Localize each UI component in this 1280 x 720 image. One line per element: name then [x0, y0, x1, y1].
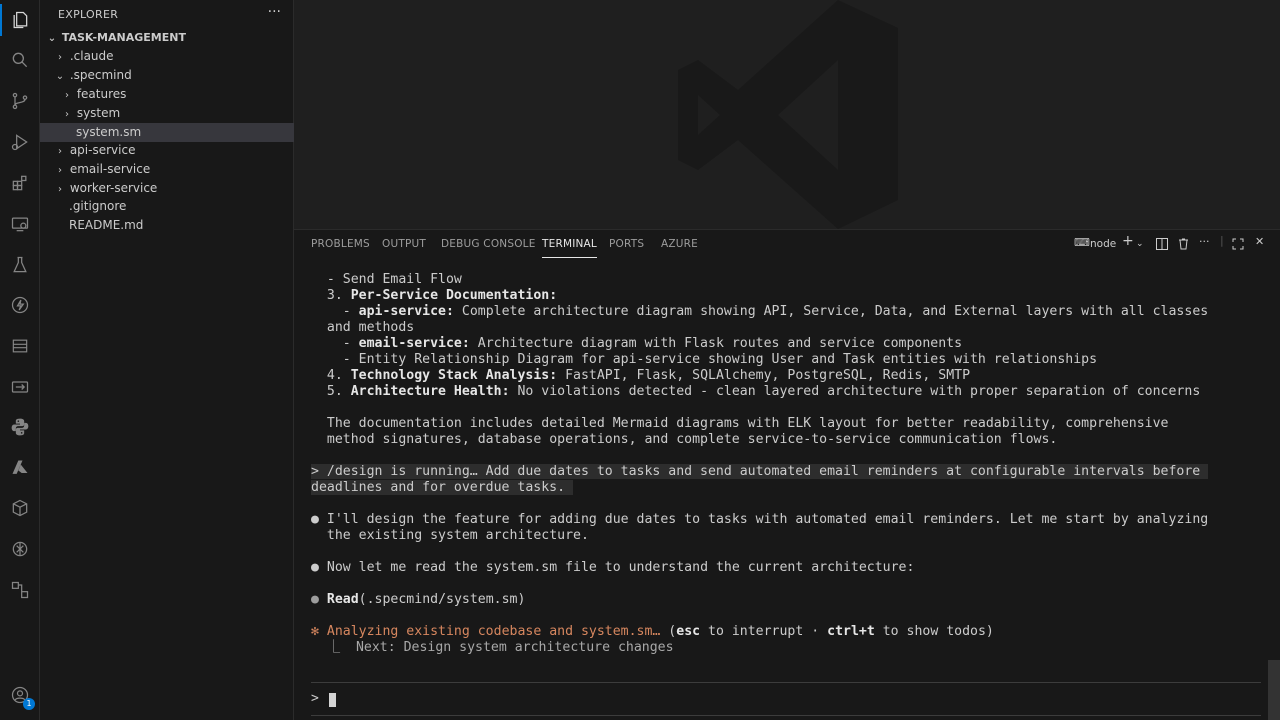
docker-icon[interactable] — [8, 334, 32, 358]
split-terminal-icon[interactable] — [1156, 238, 1168, 250]
tree-item-label: email-service — [69, 162, 151, 176]
openai-icon[interactable] — [8, 537, 32, 561]
user-command-line: deadlines and for overdue tasks. — [311, 480, 574, 495]
terminal-line: 5. Architecture Health: No violations de… — [326, 384, 1201, 399]
more-actions-icon[interactable]: ··· — [268, 4, 281, 20]
account-icon[interactable]: 1 — [8, 683, 35, 710]
tree-item-claude[interactable]: › .claude — [40, 47, 307, 66]
source-control-icon[interactable] — [8, 89, 32, 113]
tab-ports[interactable]: PORTS — [609, 238, 644, 250]
tree-item-label: .claude — [69, 49, 114, 63]
chevron-down-icon: ⌄ — [55, 71, 65, 82]
extensions-icon[interactable] — [8, 171, 32, 195]
tree-item-label: system — [76, 106, 121, 120]
explorer-title: EXPLORER — [58, 8, 119, 21]
tree-item-label: .gitignore — [69, 199, 127, 213]
python-icon[interactable] — [8, 415, 32, 439]
terminal-line: method signatures, database operations, … — [326, 432, 1058, 447]
chevron-right-icon: › — [65, 109, 69, 120]
remote-icon[interactable] — [8, 375, 32, 399]
assistant-message: the existing system architecture. — [326, 528, 589, 543]
terminal-line: and methods — [326, 320, 415, 335]
remote-explorer-icon[interactable] — [8, 212, 32, 236]
bottom-panel: PROBLEMS OUTPUT DEBUG CONSOLE TERMINAL P… — [294, 229, 1280, 720]
tree-item-features[interactable]: › features — [40, 85, 314, 104]
chevron-right-icon: › — [58, 146, 62, 157]
tree-item-specmind[interactable]: ⌄ .specmind — [40, 66, 307, 85]
workspace-root[interactable]: ⌄ TASK-MANAGEMENT — [40, 28, 299, 47]
explorer-sidebar: EXPLORER ··· ⌄ TASK-MANAGEMENT › .claude… — [40, 0, 329, 720]
new-terminal-icon[interactable]: + — [1122, 233, 1134, 249]
tree-item-api-service[interactable]: › api-service — [40, 141, 307, 160]
tab-problems[interactable]: PROBLEMS — [311, 238, 370, 250]
tree-item-label: .specmind — [69, 68, 132, 82]
close-panel-icon[interactable]: ✕ — [1255, 235, 1264, 248]
editor-area — [294, 0, 1280, 229]
tool-call-line: ● Read(.specmind/system.sm) — [311, 592, 526, 607]
terminal-line: 3. Per-Service Documentation: — [326, 288, 558, 303]
terminal-input[interactable]: > — [311, 682, 1261, 716]
diagram-icon[interactable] — [8, 578, 32, 602]
tree-item-worker-service[interactable]: › worker-service — [40, 179, 307, 198]
bullet-icon: ● — [311, 512, 319, 527]
terminal-line: 4. Technology Stack Analysis: FastAPI, F… — [326, 368, 971, 383]
terminal-line: The documentation includes detailed Merm… — [326, 416, 1169, 431]
terminal-icon: ⌨ — [1074, 236, 1090, 249]
tab-terminal[interactable]: TERMINAL — [542, 238, 597, 258]
terminal-line: - Send Email Flow — [311, 272, 462, 287]
next-step-line: ⎿ Next: Design system architecture chang… — [311, 640, 674, 655]
maximize-panel-icon[interactable] — [1232, 238, 1244, 250]
azure-icon[interactable] — [8, 456, 32, 480]
tree-item-label: README.md — [69, 218, 144, 232]
status-line: ✻ Analyzing existing codebase and system… — [311, 624, 994, 639]
tree-item-email-service[interactable]: › email-service — [40, 160, 307, 179]
tree-item-label: worker-service — [69, 181, 158, 195]
prompt-symbol: > — [311, 691, 319, 706]
assistant-message: ● I'll design the feature for adding due… — [311, 512, 1209, 527]
workspace-root-label: TASK-MANAGEMENT — [61, 31, 186, 44]
tab-azure[interactable]: AZURE — [661, 238, 698, 250]
more-actions-icon[interactable]: ··· — [1199, 235, 1210, 248]
chevron-right-icon: › — [58, 165, 62, 176]
search-icon[interactable] — [8, 48, 32, 72]
terminal-line: - api-service: Complete architecture dia… — [326, 304, 1209, 319]
testing-icon[interactable] — [8, 253, 32, 277]
tab-output[interactable]: OUTPUT — [382, 238, 426, 250]
tree-item-label: api-service — [69, 143, 136, 157]
account-badge: 1 — [23, 698, 35, 710]
package-icon[interactable] — [8, 496, 32, 520]
tree-item-label: features — [76, 87, 127, 101]
text-cursor — [329, 693, 336, 707]
tree-item-readme[interactable]: README.md — [40, 216, 322, 235]
chevron-down-icon[interactable]: ⌄ — [1136, 239, 1144, 249]
divider: | — [1220, 234, 1224, 247]
terminal-line: - email-service: Architecture diagram wi… — [326, 336, 963, 351]
terminal-output: - Send Email Flow 3. Per-Service Documen… — [311, 272, 1251, 656]
trash-icon[interactable] — [1178, 238, 1189, 250]
tree-item-label: system.sm — [76, 125, 142, 139]
bullet-icon: ● — [311, 560, 319, 575]
chevron-right-icon: › — [58, 52, 62, 63]
vscode-logo-icon — [678, 0, 898, 229]
activity-bar: 1 — [0, 0, 40, 720]
spinner-icon: ✻ — [311, 624, 319, 639]
tree-item-gitignore[interactable]: .gitignore — [40, 197, 322, 216]
user-command-line: > /design is running… Add due dates to t… — [311, 464, 1209, 479]
lightning-icon[interactable] — [8, 293, 32, 317]
chevron-down-icon: ⌄ — [47, 33, 57, 44]
tab-debug-console[interactable]: DEBUG CONSOLE — [441, 238, 536, 250]
tree-item-system-sm[interactable]: system.sm — [40, 123, 329, 142]
run-debug-icon[interactable] — [8, 130, 32, 154]
scrollbar[interactable] — [1268, 660, 1280, 720]
tree-item-system[interactable]: › system — [40, 104, 314, 123]
files-icon[interactable] — [0, 4, 32, 36]
assistant-message: ● Now let me read the system.sm file to … — [311, 560, 915, 575]
chevron-right-icon: › — [65, 90, 69, 101]
terminal-line: - Entity Relationship Diagram for api-se… — [326, 352, 1098, 367]
bullet-icon: ● — [311, 592, 319, 607]
terminal-name[interactable]: node — [1090, 238, 1116, 250]
